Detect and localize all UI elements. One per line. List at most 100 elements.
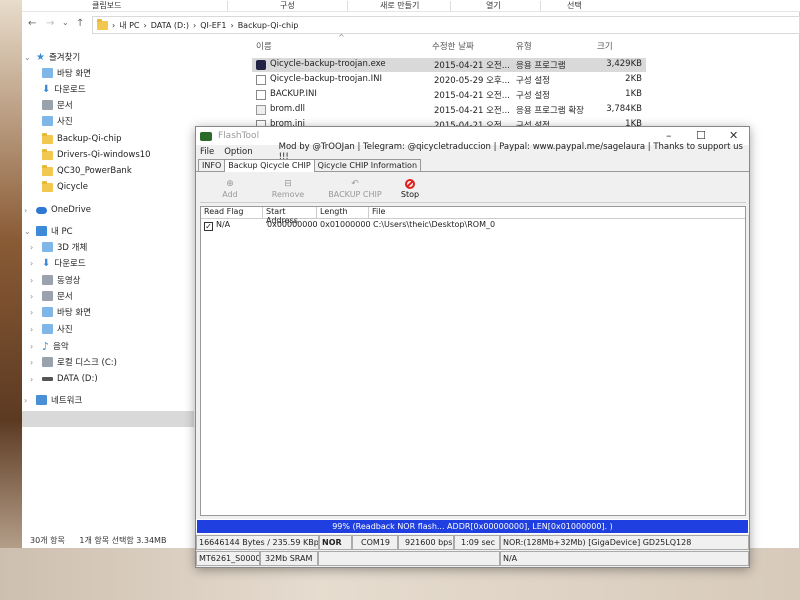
address-row: ← → ⌄ ↑ › 내 PC › DATA (D:) › QI-EF1 › Ba… [22, 14, 800, 36]
sort-ascending-icon: ^ [338, 33, 345, 42]
status-row-1: 16646144 Bytes / 235.59 KBps NOR COM19 9… [196, 535, 749, 550]
chip-model: MT6261_S0000 [196, 551, 260, 566]
list-header-file[interactable]: File [369, 207, 745, 219]
nav-item-qicycle[interactable]: Qicycle [42, 180, 88, 194]
nav-item-downloads[interactable]: ⬇ 다운로드 [42, 82, 86, 96]
ribbon-new[interactable]: 새로 만들기 [380, 0, 419, 11]
stop-button[interactable]: Stop [382, 179, 438, 203]
menu-option[interactable]: Option [224, 147, 252, 157]
nav-item-qc30[interactable]: QC30_PowerBank [42, 164, 132, 178]
back-arrow-icon[interactable]: ← [28, 18, 36, 29]
desktop-icon [42, 68, 53, 78]
cloud-icon [36, 206, 47, 214]
flash-type: NOR [319, 535, 352, 550]
nav-pc-3d[interactable]: › 3D 개체 [30, 240, 87, 254]
ribbon-clipboard[interactable]: 클립보드 [92, 0, 121, 11]
nav-pc-local-disk[interactable]: › 로컬 디스크 (C:) [30, 355, 117, 369]
drive-icon [42, 357, 53, 367]
cube-icon [42, 242, 53, 252]
nav-pc-pictures[interactable]: › 사진 [30, 322, 73, 336]
nav-item-drivers[interactable]: Drivers-Qi-windows10 [42, 148, 151, 162]
tab-chip-information[interactable]: Qicycle CHIP Information [313, 159, 422, 171]
download-arrow-icon: ⬇ [42, 83, 51, 95]
row-read-flag: N/A [216, 220, 231, 229]
row-start-address: 0x00000000 [267, 220, 318, 229]
ribbon-select[interactable]: 선택 [567, 0, 582, 11]
explorer-status-bar: 30개 항목 1개 항목 선택함 3.34MB [30, 535, 178, 546]
ribbon-organize[interactable]: 구성 [280, 0, 295, 11]
nav-pc-downloads[interactable]: › ⬇ 다운로드 [30, 256, 86, 270]
nav-pc-documents[interactable]: › 문서 [30, 289, 73, 303]
nav-network[interactable]: › 네트워크 [24, 393, 82, 407]
ribbon-separator [540, 1, 541, 11]
ribbon-open[interactable]: 열기 [486, 0, 501, 11]
exe-file-icon [256, 60, 266, 70]
breadcrumb-drive[interactable]: DATA (D:) [151, 21, 189, 30]
desktop-background-left [0, 0, 22, 600]
breadcrumb-backup-qi-chip[interactable]: Backup-Qi-chip [238, 21, 299, 30]
file-row[interactable]: brom.dll 2015-04-21 오전... 응용 프로그램 확장 3,7… [252, 103, 646, 117]
read-flag-list[interactable]: Read Flag Start Address Length File ✓ N/… [200, 206, 746, 516]
drive-icon [42, 377, 53, 381]
breadcrumb-this-pc[interactable]: 내 PC [119, 20, 139, 31]
menu-file[interactable]: File [200, 147, 214, 157]
list-header-length[interactable]: Length [317, 207, 369, 219]
nav-item-desktop[interactable]: 바탕 화면 [42, 66, 91, 80]
elapsed-time: 1:09 sec [454, 535, 500, 550]
flashtool-logo-icon [200, 131, 212, 141]
status-na: N/A [500, 551, 749, 566]
network-icon [36, 395, 47, 405]
remove-icon: ⊟ [284, 179, 292, 189]
row-checkbox[interactable]: ✓ [204, 222, 213, 231]
nav-pc-data-drive[interactable]: › DATA (D:) [30, 372, 98, 386]
video-icon [42, 275, 53, 285]
com-port: COM19 [352, 535, 398, 550]
file-row[interactable]: Qicycle-backup-troojan.exe 2015-04-21 오전… [252, 58, 646, 72]
up-arrow-icon[interactable]: ↑ [76, 18, 84, 29]
tab-backup-chip[interactable]: Backup Qicycle CHIP [224, 159, 315, 172]
breadcrumb-qi-ef1[interactable]: QI-EF1 [200, 21, 226, 30]
nav-quick-access[interactable]: ⌄ ★ 즐겨찾기 [24, 50, 80, 64]
ribbon-separator [347, 1, 348, 11]
flashtool-toolbar: ⊕ Add ⊟ Remove ↶ BACKUP CHIP Stop [200, 177, 746, 203]
remove-button[interactable]: ⊟ Remove [258, 179, 318, 203]
chevron-down-icon[interactable]: ⌄ [62, 18, 69, 27]
nav-item-documents[interactable]: 문서 [42, 98, 73, 112]
backup-chip-button[interactable]: ↶ BACKUP CHIP [320, 179, 390, 203]
address-bar[interactable]: › 내 PC › DATA (D:) › QI-EF1 › Backup-Qi-… [92, 16, 800, 34]
desktop-icon [42, 307, 53, 317]
nav-onedrive[interactable]: › OneDrive [24, 203, 91, 217]
file-row[interactable]: BACKUP.INI 2015-04-21 오전... 구성 설정 1KB [252, 88, 646, 102]
ini-file-icon [256, 75, 266, 85]
ribbon-separator [227, 1, 228, 11]
computer-icon [36, 226, 47, 236]
ribbon-separator [450, 1, 451, 11]
status-empty [318, 551, 500, 566]
close-icon[interactable]: ✕ [729, 129, 738, 142]
nav-pc-music[interactable]: › ♪ 음악 [30, 339, 69, 353]
maximize-icon[interactable]: ☐ [696, 129, 706, 142]
column-header-date[interactable]: 수정한 날짜 [432, 40, 474, 54]
column-header-name[interactable]: 이름 [256, 40, 272, 54]
tab-info[interactable]: INFO [198, 159, 226, 171]
column-header-size[interactable]: 크기 [597, 40, 613, 54]
add-button[interactable]: ⊕ Add [200, 179, 260, 203]
column-header-type[interactable]: 유형 [516, 40, 532, 54]
picture-icon [42, 116, 53, 126]
nav-item-backup-qi-chip[interactable]: Backup-Qi-chip [42, 132, 121, 146]
nav-this-pc[interactable]: ⌄ 내 PC [24, 224, 73, 238]
folder-icon [97, 18, 108, 30]
list-header-read-flag[interactable]: Read Flag [201, 207, 263, 219]
chevron-right-icon: › [230, 20, 234, 30]
nav-pc-videos[interactable]: › 동영상 [30, 273, 80, 287]
ribbon-group-labels: 클립보드 구성 새로 만들기 열기 선택 [22, 0, 800, 12]
minimize-icon[interactable]: – [666, 129, 672, 142]
nav-item-pictures[interactable]: 사진 [42, 114, 73, 128]
forward-arrow-icon[interactable]: → [46, 18, 54, 29]
nav-selection-highlight [22, 411, 194, 427]
item-count: 30개 항목 [30, 536, 65, 545]
list-header-start-address[interactable]: Start Address [263, 207, 317, 225]
file-row[interactable]: Qicycle-backup-troojan.INI 2020-05-29 오후… [252, 73, 646, 87]
navigation-pane: ⌄ ★ 즐겨찾기 바탕 화면 ⬇ 다운로드 문서 사진 Backup-Qi-chip … [22, 40, 194, 530]
nav-pc-desktop[interactable]: › 바탕 화면 [30, 305, 91, 319]
